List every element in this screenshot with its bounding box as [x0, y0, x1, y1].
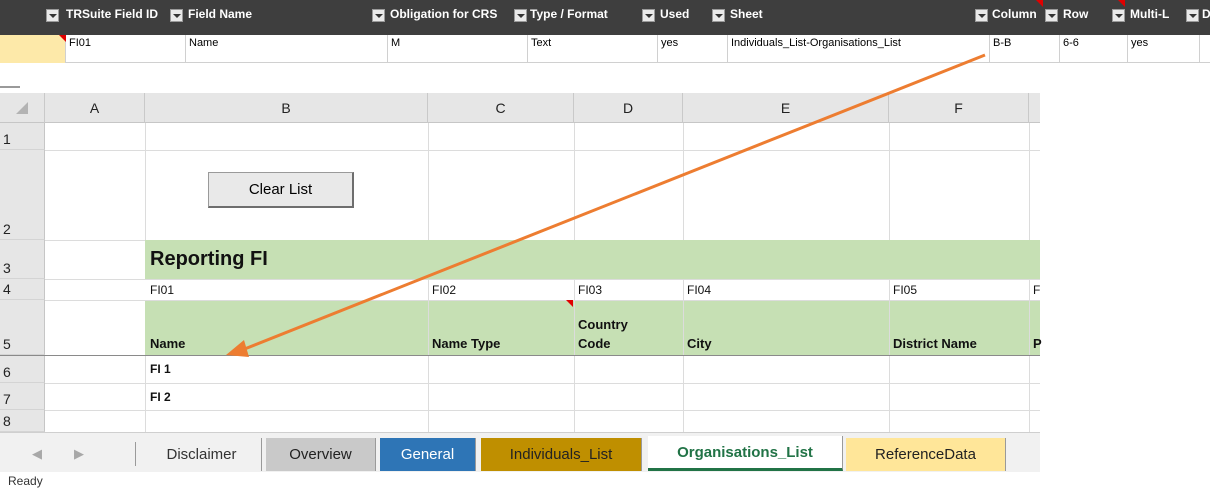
tab-disclaimer[interactable]: Disclaimer [142, 438, 262, 471]
field-name-name[interactable]: Name [150, 336, 185, 351]
row-header-7[interactable]: 7 [0, 383, 45, 410]
cell-used[interactable]: yes [658, 35, 728, 63]
cell-column[interactable]: B-B [990, 35, 1060, 63]
field-id-fi04[interactable]: FI04 [687, 283, 711, 297]
gridline [428, 123, 429, 240]
tab-general[interactable]: General [380, 438, 476, 471]
column-header-b[interactable]: B [145, 93, 428, 123]
field-name-district[interactable]: District Name [893, 336, 977, 351]
row-header-2[interactable]: 2 [0, 150, 45, 240]
cell-multi-line[interactable]: yes [1128, 35, 1200, 63]
data-cell-fi2[interactable]: FI 2 [150, 390, 171, 404]
comment-indicator-icon [566, 300, 573, 307]
comment-indicator-icon [1118, 0, 1125, 7]
row-header-5[interactable]: 5 [0, 300, 45, 355]
gridline [574, 123, 575, 240]
filter-dropdown-button[interactable] [514, 9, 527, 22]
tab-scroll-left-icon[interactable]: ◀ [32, 446, 42, 462]
gridline [889, 123, 890, 240]
filter-dropdown-button[interactable] [712, 9, 725, 22]
gridline [683, 123, 684, 240]
row-header-6[interactable]: 6 [0, 355, 45, 383]
cell-obligation[interactable]: M [388, 35, 528, 63]
field-name-name-type[interactable]: Name Type [432, 336, 500, 351]
field-name-partial[interactable]: P [1033, 336, 1042, 351]
gridline [45, 150, 1040, 151]
filter-dropdown-button[interactable] [372, 9, 385, 22]
gridline [45, 300, 1040, 301]
gridline [145, 355, 146, 432]
filter-header-row: TRSuite Field ID Field Name Obligation f… [0, 0, 1210, 35]
row-header-1[interactable]: 1 [0, 123, 45, 150]
filter-dropdown-button[interactable] [975, 9, 988, 22]
tab-reference-data[interactable]: ReferenceData [846, 438, 1006, 471]
column-header-d[interactable]: D [574, 93, 683, 123]
clear-list-button[interactable]: Clear List [208, 172, 354, 208]
filter-dropdown-button[interactable] [1112, 9, 1125, 22]
tab-individuals-list[interactable]: Individuals_List [481, 438, 642, 471]
filter-dropdown-button[interactable] [46, 9, 59, 22]
column-header-a[interactable]: A [45, 93, 145, 123]
filter-dropdown-button[interactable] [170, 9, 183, 22]
column-header-c[interactable]: C [428, 93, 574, 123]
cell-row[interactable]: 6-6 [1060, 35, 1128, 63]
section-title: Reporting FI [150, 248, 268, 270]
field-id-fi01[interactable]: FI01 [150, 283, 174, 297]
filter-dropdown-button[interactable] [1186, 9, 1199, 22]
tab-overview[interactable]: Overview [266, 438, 376, 471]
field-id-partial[interactable]: F [1033, 283, 1040, 297]
cell-sheet[interactable]: Individuals_List-Organisations_List [728, 35, 990, 63]
freeze-pane-line [0, 355, 1040, 356]
field-id-fi05[interactable]: FI05 [893, 283, 917, 297]
gridline [1029, 123, 1030, 240]
row-header-3[interactable]: 3 [0, 240, 45, 279]
section-header-band [145, 240, 1040, 279]
comment-indicator-icon [1036, 0, 1043, 7]
filter-dropdown-button[interactable] [1045, 9, 1058, 22]
field-id-fi03[interactable]: FI03 [578, 283, 602, 297]
divider [0, 86, 20, 88]
tab-scroll-right-icon[interactable]: ▶ [74, 446, 84, 462]
filter-data-row: FI01 Name M Text yes Individuals_List-Or… [0, 35, 1210, 63]
cell-type[interactable]: Text [528, 35, 658, 63]
cell-field-id[interactable]: FI01 [66, 35, 186, 63]
data-cell-fi1[interactable]: FI 1 [150, 362, 171, 376]
filter-dropdown-button[interactable] [642, 9, 655, 22]
comment-indicator-icon [59, 35, 66, 42]
divider [135, 442, 136, 466]
gridline [45, 383, 1040, 384]
field-name-country-line2[interactable]: Code [578, 336, 611, 351]
field-name-city[interactable]: City [687, 336, 712, 351]
field-name-country-line1[interactable]: Country [578, 317, 628, 332]
row-header-4[interactable]: 4 [0, 279, 45, 300]
select-all-corner[interactable] [0, 93, 45, 123]
gridline [45, 240, 145, 241]
gridline [145, 123, 146, 240]
cell-field-name[interactable]: Name [186, 35, 388, 63]
selected-cell[interactable] [0, 35, 66, 63]
status-bar-text: Ready [8, 474, 43, 488]
column-header-bar: A B C D E F [0, 93, 1040, 123]
field-id-fi02[interactable]: FI02 [432, 283, 456, 297]
select-all-icon [16, 102, 28, 114]
gridline [45, 410, 1040, 411]
column-header-e[interactable]: E [683, 93, 889, 123]
column-header-f[interactable]: F [889, 93, 1029, 123]
tab-organisations-list[interactable]: Organisations_List [648, 436, 843, 471]
gridline [45, 279, 1040, 280]
row-header-8[interactable]: 8 [0, 410, 45, 432]
